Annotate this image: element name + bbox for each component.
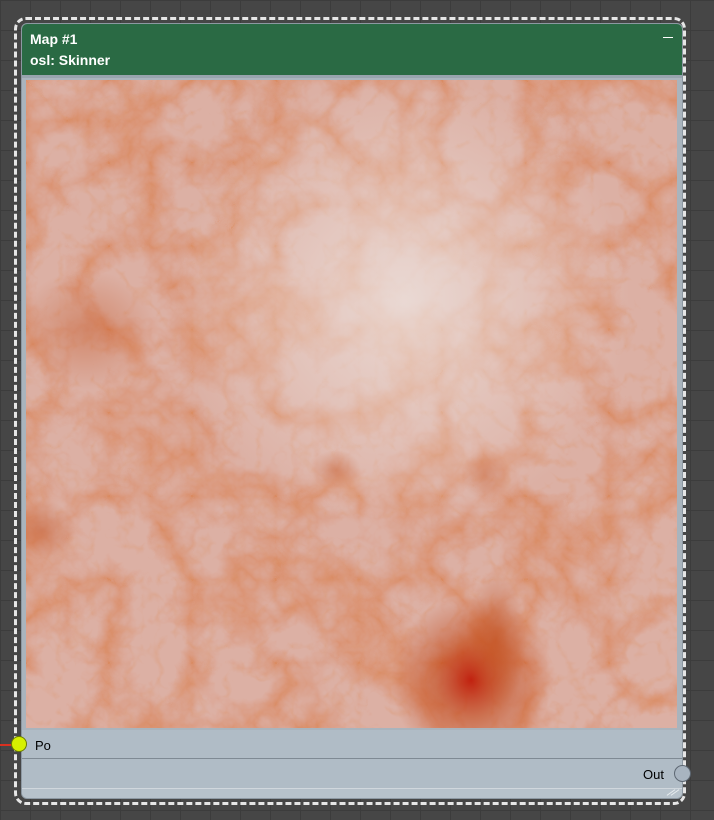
node-header[interactable]: Map #1 osl: Skinner [22,24,682,78]
texture-preview-svg [26,80,677,728]
input-port-label: Po [35,738,51,753]
node-title: Map #1 [30,31,78,47]
minimize-icon[interactable] [662,34,674,42]
node-footer [22,788,682,798]
input-port-row: Po [22,730,682,759]
resize-grip-icon[interactable] [664,789,680,796]
node-subtitle: osl: Skinner [30,52,111,68]
texture-preview [26,80,677,728]
preview-area [22,78,682,730]
input-port-socket[interactable] [11,736,27,752]
output-port-row: Out [22,759,682,789]
map-node[interactable]: Map #1 osl: Skinner Po Out [21,23,683,799]
output-port-label: Out [643,767,664,782]
output-port-socket[interactable] [674,765,691,782]
